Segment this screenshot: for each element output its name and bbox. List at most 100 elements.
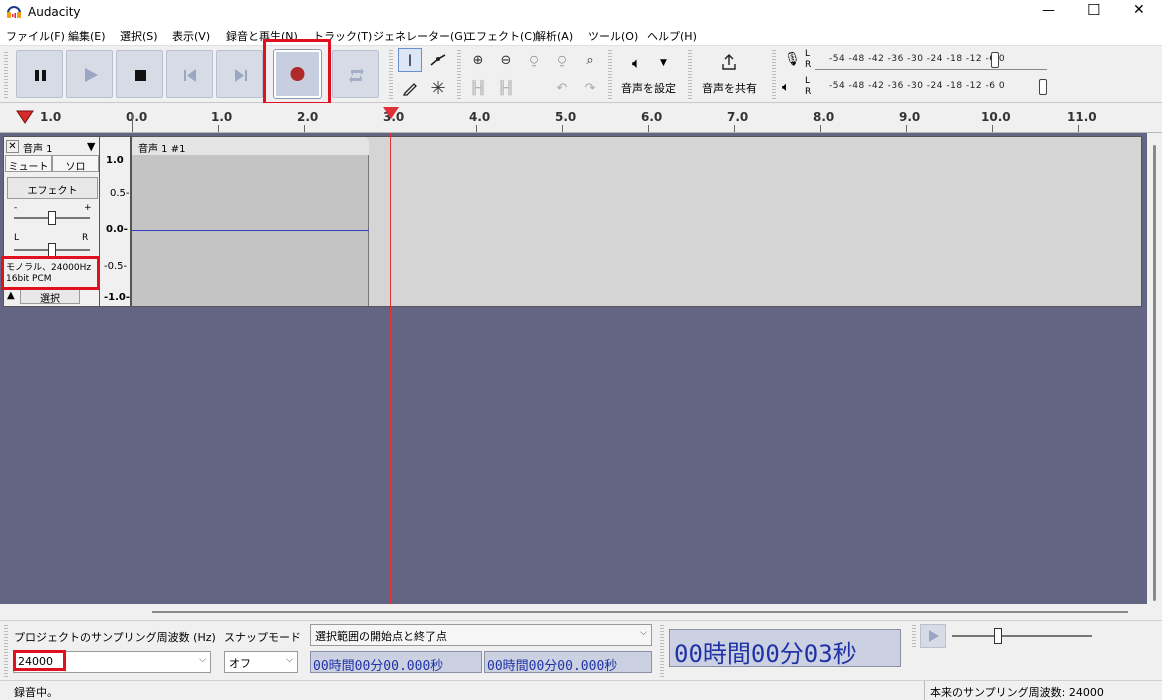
zoom-in-button[interactable]: ⊕ — [466, 48, 490, 72]
playback-speed-thumb[interactable] — [994, 628, 1002, 644]
loop-button[interactable] — [332, 50, 379, 98]
horizontal-scrollbar-thumb[interactable] — [152, 611, 1128, 613]
collapse-arrow-icon[interactable]: ▲ — [7, 290, 15, 301]
track-effects-button[interactable]: エフェクト — [7, 177, 98, 199]
ruler-tick — [132, 113, 133, 132]
clip-header[interactable]: 音声 1 #1 — [132, 137, 369, 155]
solo-button[interactable]: ソロ — [52, 155, 99, 173]
timeline-options-icon[interactable] — [16, 110, 34, 124]
menu-help[interactable]: ヘルプ(H) — [647, 28, 697, 44]
snap-mode-combo[interactable]: オフ ⌵ — [224, 651, 298, 673]
playhead-icon[interactable] — [383, 107, 399, 119]
track-name: 音声 1 — [23, 144, 53, 155]
zoom-out-button[interactable]: ⊖ — [494, 48, 518, 72]
minimize-button[interactable]: — — [1042, 3, 1055, 18]
timeline-ruler[interactable]: 1.0 0.0 1.0 2.0 3.0 4.0 5.0 6.0 7.0 8.0 … — [0, 103, 1162, 133]
play-at-speed-gripper[interactable] — [912, 625, 916, 649]
rec-meter-slider-thumb[interactable] — [991, 52, 999, 68]
ruler-tick — [906, 125, 907, 132]
scale-label: -1.0- — [104, 292, 131, 303]
track-close-button[interactable]: ✕ — [6, 140, 19, 153]
selection-tool-button[interactable]: I — [398, 48, 422, 72]
multi-tool-button[interactable]: ✳ — [426, 76, 450, 100]
menu-view[interactable]: 表示(V) — [172, 28, 210, 44]
rec-meter-scale: -54 -48 -42 -36 -30 -24 -18 -12 -6 0 — [829, 54, 1006, 64]
zoom-toggle-button[interactable]: ⌕ — [578, 48, 602, 72]
maximize-button[interactable]: ☐ — [1087, 1, 1100, 19]
vertical-scale[interactable]: 1.0 0.5- 0.0- -0.5- -1.0- — [100, 136, 131, 307]
fit-selection-button[interactable]: ⍜ — [522, 48, 546, 72]
zoom-fit-selection-icon: ⍜ — [530, 52, 538, 68]
undo-icon: ↶ — [556, 80, 568, 96]
play-icon — [85, 68, 98, 82]
share-audio-button[interactable]: 音声を共有 — [696, 48, 764, 100]
speaker-meter-icon[interactable]: 🔈︎ — [782, 80, 790, 95]
playback-meter[interactable]: -54 -48 -42 -36 -30 -24 -18 -12 -6 0 — [815, 77, 1053, 97]
recording-meter[interactable]: -54 -48 -42 -36 -30 -24 -18 -12 -6 0 — [815, 50, 1047, 70]
ruler-tick — [648, 125, 649, 132]
transport-gripper[interactable] — [4, 52, 8, 98]
silence-audio-button[interactable]: ╟╢ — [494, 76, 518, 100]
fit-project-button[interactable]: ⍜ — [550, 48, 574, 72]
rate-gripper[interactable] — [4, 625, 8, 677]
menu-select[interactable]: 選択(S) — [120, 28, 158, 44]
track-select-button[interactable]: 選択 — [20, 289, 80, 305]
meter-gripper[interactable] — [772, 50, 776, 100]
gain-slider-thumb[interactable] — [48, 211, 56, 225]
selection-start-value: 00時間00分00.000秒 — [313, 659, 444, 673]
solo-label: ソロ — [65, 162, 86, 173]
share-gripper[interactable] — [688, 50, 692, 100]
zoom-out-icon: ⊖ — [500, 52, 512, 68]
skip-to-start-button[interactable] — [166, 50, 213, 98]
pause-button[interactable] — [16, 50, 63, 98]
ruler-label: 5.0 — [555, 110, 577, 124]
track-name-menu[interactable]: 音声 1 ▼ — [21, 138, 99, 155]
redo-icon: ↷ — [584, 80, 596, 96]
edit-gripper[interactable] — [457, 50, 461, 100]
menu-analyze[interactable]: 解析(A) — [535, 28, 573, 44]
stop-button[interactable] — [116, 50, 163, 98]
format-highlight-box — [1, 256, 100, 290]
audio-setup-gripper[interactable] — [608, 50, 612, 100]
menu-bar: ファイル(F) 編集(E) 選択(S) 表示(V) 録音と再生(N) トラック(… — [0, 24, 1162, 46]
audio-clip[interactable]: 音声 1 #1 — [132, 137, 369, 306]
audacity-logo-icon — [6, 4, 22, 20]
trim-audio-button[interactable]: ╟╢ — [466, 76, 490, 100]
time-gripper[interactable] — [660, 625, 664, 677]
menu-tools[interactable]: ツール(O) — [588, 28, 638, 44]
pan-slider-thumb[interactable] — [48, 243, 56, 257]
play-meter-l: L — [805, 76, 811, 86]
microphone-icon[interactable]: 🎙︎ — [784, 52, 801, 67]
envelope-tool-button[interactable] — [426, 48, 450, 72]
horizontal-scrollbar[interactable] — [0, 604, 1162, 620]
mute-button[interactable]: ミュート — [5, 155, 52, 173]
menu-effect[interactable]: エフェクト(C) — [465, 28, 536, 44]
selection-end-time[interactable]: 00時間00分00.000秒 — [484, 651, 652, 673]
play-meter-slider-thumb[interactable] — [1039, 79, 1047, 95]
selection-start-time[interactable]: 00時間00分00.000秒 — [310, 651, 482, 673]
vertical-scrollbar-thumb[interactable] — [1153, 145, 1156, 601]
play-at-speed-button[interactable] — [920, 624, 946, 648]
menu-edit[interactable]: 編集(E) — [68, 28, 106, 44]
menu-generate[interactable]: ジェネレーター(G) — [373, 28, 467, 44]
time-display[interactable]: 00時間00分03秒 — [669, 629, 901, 667]
draw-tool-button[interactable] — [398, 76, 422, 100]
vertical-scrollbar[interactable] — [1147, 133, 1162, 604]
skip-start-icon — [184, 69, 196, 82]
tools-gripper[interactable] — [389, 50, 393, 100]
skip-to-end-button[interactable] — [216, 50, 263, 98]
close-button[interactable]: ✕ — [1133, 2, 1145, 18]
playback-speed-slider[interactable] — [952, 635, 1092, 637]
audio-setup-button[interactable]: 🔈︎ ▼ 音声を設定 — [616, 48, 684, 100]
skip-end-icon — [235, 69, 247, 82]
selection-mode-combo[interactable]: 選択範囲の開始点と終了点 ⌵ — [310, 624, 652, 646]
clip-name: 音声 1 #1 — [138, 144, 186, 155]
play-button[interactable] — [66, 50, 113, 98]
undo-button[interactable]: ↶ — [550, 76, 574, 100]
zoom-fit-project-icon: ⍜ — [558, 52, 566, 68]
redo-button[interactable]: ↷ — [578, 76, 602, 100]
ruler-tick — [562, 125, 563, 132]
menu-file[interactable]: ファイル(F) — [6, 28, 65, 44]
track-area[interactable]: ✕ 音声 1 ▼ ミュート ソロ エフェクト - + L R モノラル、2400… — [0, 133, 1147, 604]
play-meter-r: R — [805, 87, 812, 97]
